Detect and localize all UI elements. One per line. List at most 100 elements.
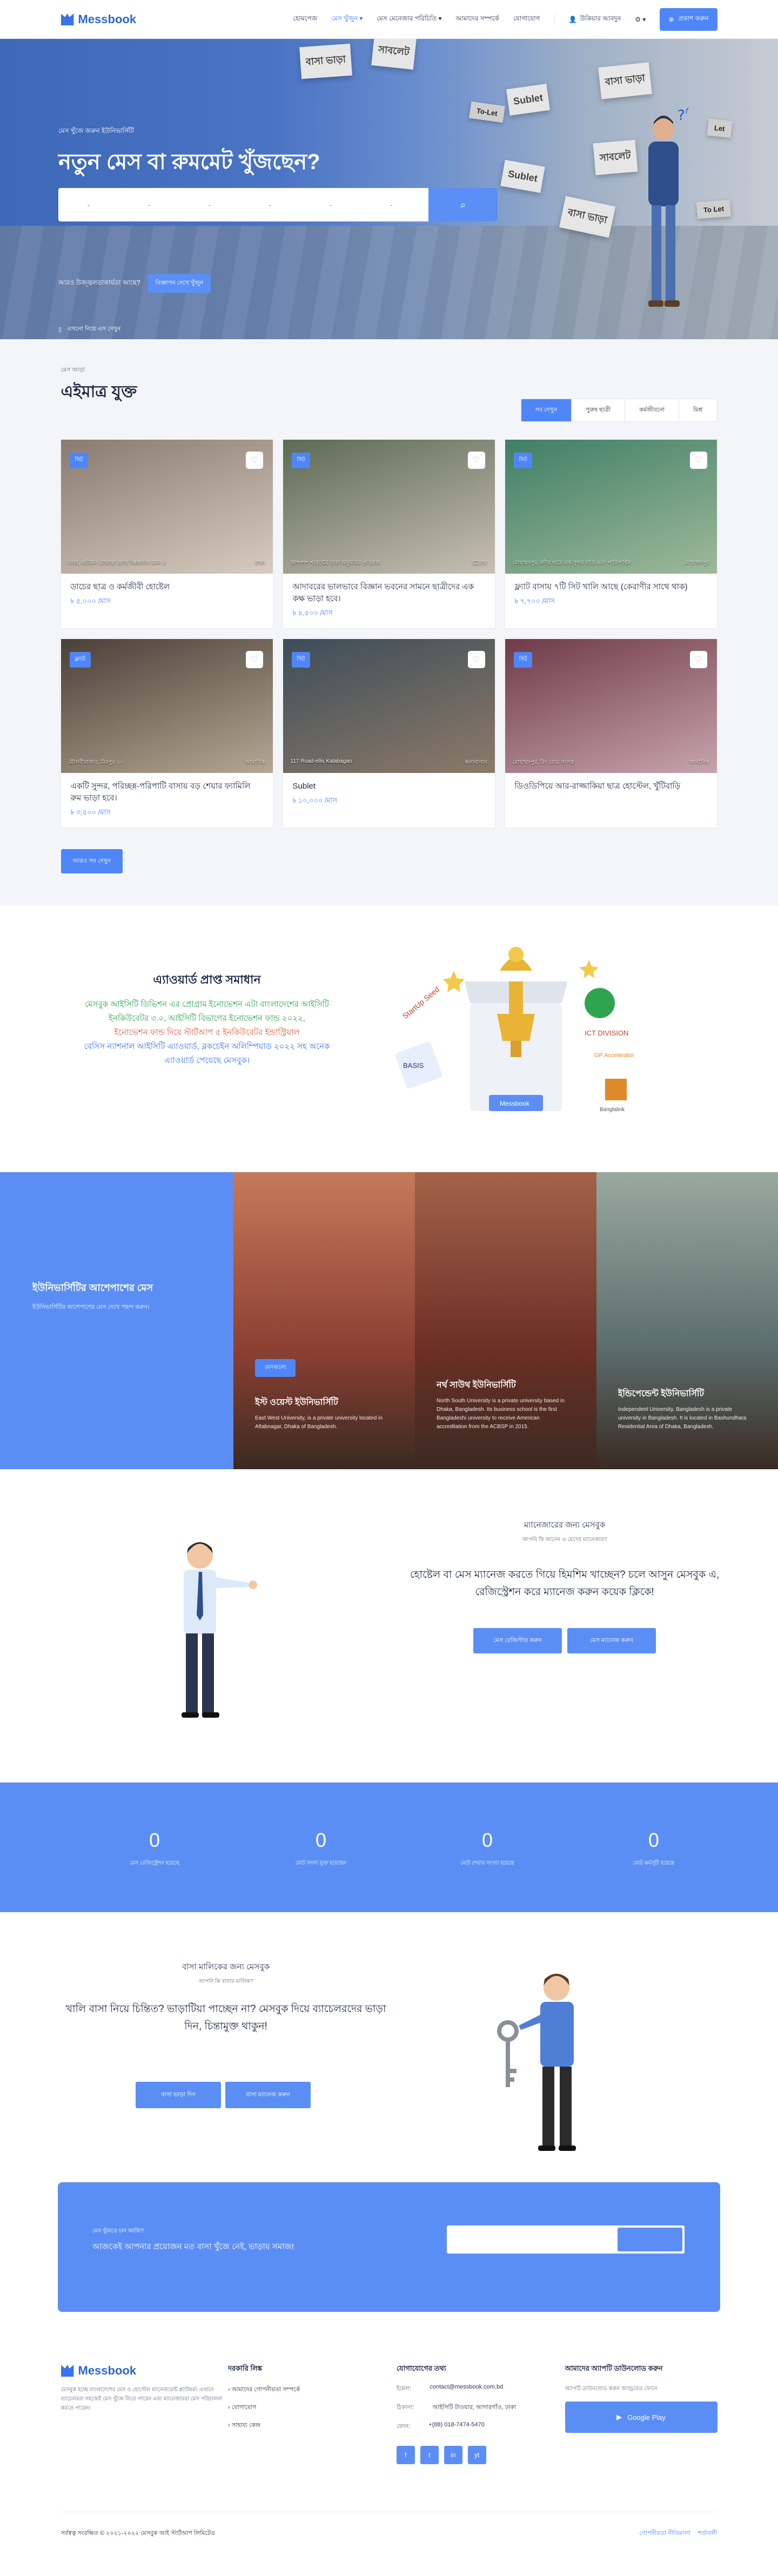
logo[interactable]: Messbook <box>61 12 136 26</box>
footer-link-help[interactable]: › সাহায্য কেন্দ্র <box>228 2420 397 2431</box>
search-price-select[interactable]: - <box>361 200 421 209</box>
sign-paper: বাসা ভাড়া <box>598 62 652 99</box>
listing-photo[interactable]: সিট ♡ মোহাম্মদপুর, নদীর ধারে এক সুন্দর ব… <box>505 440 717 574</box>
nav-about[interactable]: আমাদের সম্পর্কে <box>456 14 499 25</box>
nav-contact[interactable]: যোগাযোগ <box>513 14 540 25</box>
banner-text: আজকেই আপনার প্রয়োজন মত বাসা খুঁজে নেই, … <box>92 2242 294 2251</box>
university-slide[interactable]: নর্থ সাউথ ইউনিভার্সিটি North South Univer… <box>415 1172 596 1469</box>
manage-mess-button[interactable]: মেস ম্যানেজ করুন <box>567 1628 656 1653</box>
listing-photo[interactable]: ফ্ল্যাট ♡ মৌলবীবাজার, মিরপুর-১০ আবাসিক <box>61 639 273 773</box>
plus-icon: ⊕ <box>668 16 674 23</box>
listing-title[interactable]: একটি সুন্দর, পরিচ্ছন্ন-পরিপাটি বাসায় বড… <box>71 781 263 804</box>
svg-text:Messbook: Messbook <box>500 1100 530 1107</box>
search-division-select[interactable]: - <box>58 200 119 209</box>
university-mess-button[interactable]: মেসগুলো <box>255 1359 296 1377</box>
footer-logo[interactable]: Messbook <box>61 2364 229 2378</box>
heart-icon[interactable]: ♡ <box>689 651 707 668</box>
see-all-button[interactable]: আরও সব দেখুন <box>61 849 123 873</box>
award-text-red: ইনোভেশন ফান্ড দিয়ে স্টার্টআপ ৫ ইনকিউবেট… <box>114 1028 300 1037</box>
heart-icon[interactable]: ♡ <box>245 651 263 668</box>
listing-location: মৌলবীবাজার, মিরপুর-১০ <box>68 759 124 765</box>
filter-tab-male[interactable]: পুরুষ ছাত্রী <box>572 399 626 421</box>
nav-find-mess[interactable]: মেস খুঁজুন ▾ <box>331 14 363 25</box>
listing-card[interactable]: সিট ♡ ঢাকা, কাঁটাবন চৌরাস্তা মোড় বিশ্বজ… <box>61 440 273 628</box>
filter-tab-working[interactable]: কর্মজীবনো <box>625 399 680 421</box>
banner-search-button[interactable] <box>618 2228 682 2251</box>
sign-paper: Sublet <box>506 84 551 116</box>
terms-link[interactable]: শর্তাবলী <box>698 2528 717 2539</box>
listing-area: মোহাম্মদপুর <box>684 560 709 566</box>
listing-title[interactable]: Sublet <box>293 781 485 792</box>
listing-photo[interactable]: সিট ♡ 117 Road-ellis Kalabagan কলাবাগান <box>283 639 495 773</box>
nav-manager[interactable]: মেস মেনেজার পরিচিতি ▾ <box>377 14 441 25</box>
listing-price: ৳ ১০,০০০ /মাস <box>292 796 338 804</box>
university-slide[interactable]: ইন্ডিপেন্ডেন্ট ইউনিভার্সিটি Independent U… <box>596 1172 778 1469</box>
listing-title[interactable]: ফ্ল্যাট বাসায় ৭টি সিট খালি আছে (কেরাণীর… <box>515 581 707 593</box>
listing-area: আবাসিক <box>245 759 265 765</box>
listing-price: ৳ ৫,০০০ /মাস <box>70 597 111 605</box>
award-text-green: মেসবুক আইসিটি ডিভিশন এর প্রোগ্রাম ইনোভেশ… <box>84 1000 330 1023</box>
listing-card[interactable]: সিট ♡ মোহাম্মদপুর, রিং রোড সংলগ্ন আবাসিক … <box>505 639 717 828</box>
banner-search-field[interactable] <box>447 2225 685 2254</box>
nav-home[interactable]: হোমপেজ <box>293 14 317 25</box>
listing-grid: সিট ♡ ঢাকা, কাঁটাবন চৌরাস্তা মোড় বিশ্বজ… <box>61 440 717 828</box>
listing-card[interactable]: সিট ♡ আশপাশ পয়েন্টের ঢাকা অনুমতির প্রতি… <box>283 440 495 628</box>
google-play-button[interactable]: ▶ Google Play <box>565 2402 717 2433</box>
search-icon: ⌕ <box>460 199 466 210</box>
app-link[interactable]: এখনো নিয়ে এস দেখুন <box>67 324 120 334</box>
user-icon: 👤 <box>568 16 577 23</box>
award-section: এ্যাওয়ার্ড প্রাপ্ত সমাধান মেসবুক আইসিটি… <box>0 906 778 1172</box>
listing-photo[interactable]: সিট ♡ আশপাশ পয়েন্টের ঢাকা অনুমতির প্রতি… <box>283 440 495 574</box>
listing-card[interactable]: সিট ♡ মোহাম্মদপুর, নদীর ধারে এক সুন্দর ব… <box>505 440 717 628</box>
login-link[interactable]: 👤 উকিয়ার আবদুন <box>569 14 621 25</box>
footer-link-privacy[interactable]: › আমাদের গোপনীয়তা সম্পর্কে <box>228 2385 397 2395</box>
linkedin-icon[interactable]: in <box>444 2446 462 2464</box>
location-icon: ঠিকানা: <box>396 2404 414 2411</box>
listing-photo[interactable]: সিট ♡ মোহাম্মদপুর, রিং রোড সংলগ্ন আবাসিক <box>505 639 717 773</box>
owner-subtitle: আপনি কি বাসার মালিক? <box>198 1979 253 1985</box>
hero-section: বাসা ভাড়া সাবলেট Sublet To-Let বাসা ভাড… <box>0 39 778 339</box>
listing-location: 117 Road-ellis Kalabagan <box>290 758 352 764</box>
heart-icon[interactable]: ♡ <box>467 651 485 668</box>
rent-house-button[interactable]: বাসা ভাড়া দিন <box>136 2082 221 2108</box>
search-button[interactable]: ⌕ <box>428 188 498 221</box>
footer-phone[interactable]: +(88) 018-7474-5470 <box>428 2422 485 2432</box>
university-section: ইউনিভার্সিটির আশেপাশের মেস ইউনিভার্সিটির… <box>0 1172 778 1469</box>
stat-label: মোট শেয়ার সংখ্যা হয়েছে <box>460 1860 514 1866</box>
footer-address: আইসিটি টাওয়ার, আগারগাঁও, ঢাকা <box>432 2404 517 2411</box>
search-type-select[interactable]: - <box>240 200 300 209</box>
search-area-select[interactable]: - <box>179 200 240 209</box>
manage-house-button[interactable]: বাসা ম্যানেজ করুন <box>225 2082 311 2108</box>
search-bar: - - - - - - ⌕ <box>58 188 498 221</box>
facebook-icon[interactable]: f <box>396 2446 415 2464</box>
language-icon[interactable]: ⚙ ▾ <box>635 16 646 23</box>
university-slide[interactable]: মেসগুলো ইস্ট ওয়েস্ট ইউনিভার্সিটি East Wes… <box>233 1172 415 1469</box>
privacy-policy-link[interactable]: গোপনীয়তা নীতিমালা <box>639 2528 690 2539</box>
listing-card[interactable]: সিট ♡ 117 Road-ellis Kalabagan কলাবাগান S… <box>283 639 495 828</box>
youtube-icon[interactable]: yt <box>467 2446 486 2464</box>
register-mess-button[interactable]: মেস রেজিস্টার করুন <box>473 1628 562 1653</box>
footer-link-contact[interactable]: › যোগাযোগ <box>228 2403 397 2413</box>
listing-type-badge: সিট <box>513 453 533 468</box>
twitter-icon[interactable]: t <box>420 2446 439 2464</box>
sign-paper: সাবলেট <box>371 39 417 70</box>
listing-card[interactable]: ফ্ল্যাট ♡ মৌলবীবাজার, মিরপুর-১০ আবাসিক এক… <box>61 639 273 828</box>
browse-ads-button[interactable]: বিজ্ঞাপন দেখে খুঁজুন <box>147 274 211 293</box>
heart-icon[interactable]: ♡ <box>689 452 707 469</box>
svg-text:StartUp Seed: StartUp Seed <box>401 985 441 1020</box>
post-ad-button[interactable]: ⊕ প্রকাশ করুন <box>660 8 717 31</box>
listing-title[interactable]: ডিওডিপিয়ে আর-রাজ্জাকিয়া ছাত্র হোস্টেল,… <box>515 781 707 792</box>
listing-title[interactable]: ডাচের ছাত্র ও কর্মজীবী হোষ্টেল <box>71 581 263 593</box>
footer-email[interactable]: contact@messbook.com.bd <box>430 2384 503 2394</box>
heart-icon[interactable]: ♡ <box>245 452 263 469</box>
phone-icon: ফোন: <box>396 2423 411 2430</box>
search-gender-select[interactable]: - <box>300 200 361 209</box>
listing-photo[interactable]: সিট ♡ ঢাকা, কাঁটাবন চৌরাস্তা মোড় বিশ্বজ… <box>61 440 273 574</box>
filter-tab-mixed[interactable]: মিশ্র <box>679 399 716 421</box>
filter-tab-all[interactable]: সব দেখুন <box>521 399 572 421</box>
search-district-select[interactable]: - <box>119 200 179 209</box>
heart-icon[interactable]: ♡ <box>467 452 485 469</box>
stat-label: মেস রেজিস্ট্রেশন হয়েছে <box>130 1860 179 1866</box>
university-description: East West University, is a private unive… <box>255 1415 383 1430</box>
listing-title[interactable]: আদাবরের ভালভাবে বিজ্ঞান ভবনের সামনে ছাত্… <box>293 581 485 605</box>
